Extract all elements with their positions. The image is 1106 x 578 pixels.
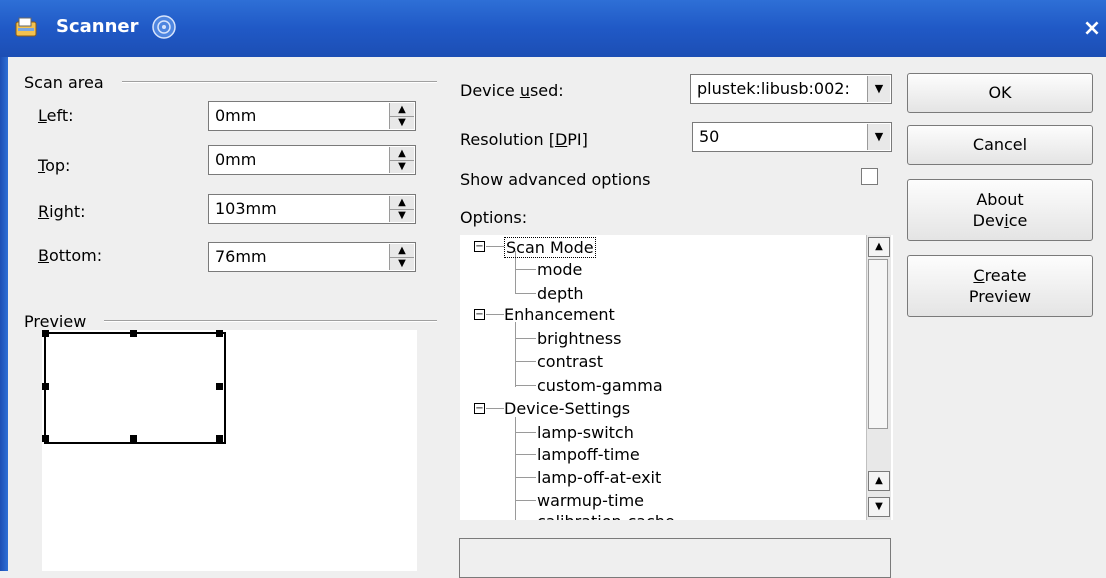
tree-node-mode[interactable]: mode	[537, 260, 582, 279]
device-label: Device used:	[460, 81, 564, 100]
cancel-button[interactable]: Cancel	[907, 125, 1093, 165]
device-combobox[interactable]: plustek:libusb:002: ▼	[690, 74, 892, 104]
tree-line	[516, 385, 536, 386]
spin-up-icon[interactable]: ▲	[390, 244, 414, 258]
tree-line	[516, 477, 536, 478]
spin-up-icon[interactable]: ▲	[390, 147, 414, 161]
tree-node-lamp-off-at-exit[interactable]: lamp-off-at-exit	[537, 468, 661, 487]
spin-down-icon[interactable]: ▼	[390, 257, 414, 270]
tree-node-warmup-time[interactable]: warmup-time	[537, 491, 644, 510]
spin-down-icon[interactable]: ▼	[390, 116, 414, 129]
selection-handle[interactable]	[216, 435, 223, 442]
tree-line	[515, 322, 516, 387]
scan-area-separator	[122, 81, 437, 83]
window-title: Scanner	[56, 16, 139, 37]
top-value: 0mm	[215, 150, 257, 169]
selection-handle[interactable]	[130, 330, 137, 337]
chevron-down-icon[interactable]: ▼	[867, 76, 890, 102]
scroll-down-icon[interactable]: ▼	[868, 497, 890, 517]
create-preview-line2: Preview	[968, 287, 1032, 306]
selection-handle[interactable]	[216, 383, 223, 390]
device-value: plustek:libusb:002:	[697, 79, 850, 98]
scan-area-label: Scan area	[24, 73, 104, 92]
roll-up-icon[interactable]	[151, 14, 177, 40]
ok-button[interactable]: OK	[907, 73, 1093, 113]
right-label: Right:	[38, 202, 86, 221]
scrollbar-thumb[interactable]	[868, 259, 888, 429]
tree-line	[516, 432, 536, 433]
options-tree[interactable]: − Scan Mode mode depth − Enhancement bri…	[460, 235, 893, 520]
scroll-up-icon[interactable]: ▲	[868, 237, 890, 257]
about-device-button[interactable]: About Device	[907, 179, 1093, 241]
left-spinbox[interactable]: 0mm ▲ ▼	[208, 101, 416, 131]
bottom-label: Bottom:	[38, 246, 103, 265]
top-spinbox[interactable]: 0mm ▲ ▼	[208, 145, 416, 175]
left-value: 0mm	[215, 106, 257, 125]
close-icon[interactable]: ×	[1078, 15, 1106, 43]
tree-node-device-settings[interactable]: Device-Settings	[504, 399, 630, 418]
tree-node-contrast[interactable]: contrast	[537, 352, 603, 371]
about-device-line2: Device	[972, 211, 1028, 230]
tree-line	[486, 408, 504, 409]
tree-node-depth[interactable]: depth	[537, 284, 584, 303]
create-preview-button[interactable]: Create Preview	[907, 255, 1093, 317]
top-label: Top:	[38, 156, 71, 175]
about-device-line1: About	[976, 190, 1024, 209]
preview-label: Preview	[24, 312, 87, 331]
tree-node-lampoff-time[interactable]: lampoff-time	[537, 445, 640, 464]
collapse-icon[interactable]: −	[474, 309, 485, 320]
resolution-label: Resolution [DPI]	[460, 130, 588, 149]
bottom-value: 76mm	[215, 247, 267, 266]
tree-line	[516, 500, 536, 501]
chevron-down-icon[interactable]: ▼	[867, 124, 890, 150]
preview-separator	[104, 320, 437, 322]
tree-node-custom-gamma[interactable]: custom-gamma	[537, 376, 663, 395]
tree-line	[516, 454, 536, 455]
advanced-options-checkbox[interactable]	[861, 168, 878, 185]
right-value: 103mm	[215, 199, 277, 218]
collapse-icon[interactable]: −	[474, 241, 485, 252]
options-scrollbar[interactable]: ▲ ▲ ▼	[866, 235, 891, 520]
tree-node-lamp-switch[interactable]: lamp-switch	[537, 423, 634, 442]
selection-handle[interactable]	[130, 435, 137, 442]
resolution-combobox[interactable]: 50 ▼	[692, 122, 892, 152]
selection-handle[interactable]	[42, 435, 49, 442]
tree-line	[516, 269, 536, 270]
collapse-icon[interactable]: −	[474, 403, 485, 414]
advanced-options-label: Show advanced options	[460, 170, 651, 189]
selection-handle[interactable]	[42, 383, 49, 390]
window-left-border	[0, 57, 8, 571]
selection-handle[interactable]	[216, 330, 223, 337]
tree-line	[486, 246, 504, 247]
tree-node-calibration-cache[interactable]: calibration-cache	[537, 512, 675, 520]
create-preview-line1: Create	[973, 266, 1027, 285]
scroll-up-icon[interactable]: ▲	[868, 471, 890, 491]
scanner-app-icon	[15, 17, 37, 37]
option-settings-box	[459, 538, 891, 578]
scan-selection-rectangle[interactable]	[44, 332, 226, 444]
resolution-value: 50	[699, 127, 720, 146]
tree-node-scan-mode[interactable]: Scan Mode	[504, 237, 596, 258]
tree-line	[516, 338, 536, 339]
tree-line	[486, 314, 504, 315]
selection-handle[interactable]	[42, 330, 49, 337]
title-bar[interactable]: Scanner ×	[0, 0, 1106, 57]
tree-node-enhancement[interactable]: Enhancement	[504, 305, 615, 324]
spin-down-icon[interactable]: ▼	[390, 160, 414, 173]
tree-line	[516, 293, 536, 294]
spin-up-icon[interactable]: ▲	[390, 196, 414, 210]
bottom-spinbox[interactable]: 76mm ▲ ▼	[208, 242, 416, 272]
right-spinbox[interactable]: 103mm ▲ ▼	[208, 194, 416, 224]
options-label: Options:	[460, 208, 528, 227]
left-label: Left:	[38, 106, 74, 125]
spin-down-icon[interactable]: ▼	[390, 209, 414, 222]
spin-up-icon[interactable]: ▲	[390, 103, 414, 117]
tree-line	[516, 361, 536, 362]
tree-node-brightness[interactable]: brightness	[537, 329, 621, 348]
